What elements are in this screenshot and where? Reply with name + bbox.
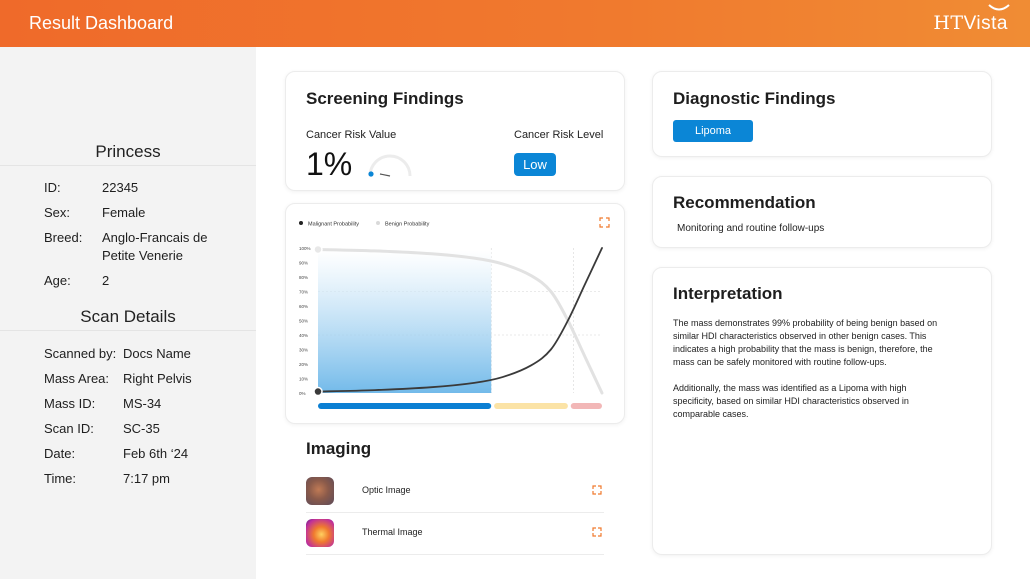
diagnostic-findings-card [652,71,992,157]
y-tick-label: 0% [299,391,306,396]
diagnostic-findings-title: Diagnostic Findings [673,89,836,108]
hivista-logo[interactable]: HTVista [933,4,1010,35]
mass-id-value: MS-34 [123,396,162,411]
breed-value: Anglo-Francais de [102,230,208,245]
risk-level-badge: Low [514,153,556,176]
thermal-image-thumbnail[interactable] [306,519,334,547]
legend-malignant-dot [299,221,303,225]
interpretation-line: Additionally, the mass was identified as… [673,383,907,393]
sex-value: Female [102,205,146,220]
breed-value-line2: Petite Venerie [102,248,183,263]
interpretation-line: specificity, based on similar HDI charac… [673,396,909,406]
interpretation-title: Interpretation [673,284,783,303]
date-label: Date: [44,446,76,461]
recommendation-text: Monitoring and routine follow-ups [677,223,825,234]
scan-details-heading: Scan Details [80,307,176,326]
scanned-by-label: Scanned by: [44,346,117,361]
interpretation-line: comparable cases. [673,409,749,419]
logo-vista: Vista [963,13,1008,34]
divider [0,330,256,331]
benign-marker [313,244,323,255]
imaging-title: Imaging [306,439,372,458]
cancer-risk-value-label: Cancer Risk Value [306,129,397,141]
time-label: Time: [44,471,77,486]
breed-label: Breed: [44,230,83,245]
mass-area-label: Mass Area: [44,371,110,386]
interpretation-line: The mass demonstrates 99% probability of… [673,318,938,328]
legend-benign-label: Benign Probability [385,222,430,228]
scan-id-value: SC-35 [123,421,160,436]
patient-name: Princess [95,142,161,161]
id-label: ID: [44,180,61,195]
y-tick-label: 30% [299,348,308,353]
date-value: Feb 6th ‘24 [123,446,189,461]
y-tick-label: 50% [299,319,308,324]
interpretation-line: similar HDI characteristics observed in … [673,331,927,341]
diagnosis-tag: Lipoma [673,120,753,142]
y-tick-label: 60% [299,304,308,309]
expand-icon[interactable] [592,527,602,537]
imaging-row-thermal[interactable]: Thermal Image [306,513,604,555]
risk-gauge-icon [368,154,412,177]
logo-ht: HT [933,12,964,34]
y-tick-label: 100% [299,246,311,251]
cancer-risk-value: 1% [306,146,353,182]
age-label: Age: [44,273,71,288]
legend-malignant-label: Malignant Probability [308,222,359,228]
id-value: 22345 [102,180,139,195]
recommendation-title: Recommendation [673,193,816,212]
y-tick-label: 10% [299,377,308,382]
y-tick-label: 80% [299,275,308,280]
y-tick-label: 70% [299,290,308,295]
thermal-image-label: Thermal Image [362,527,423,537]
imaging-row-optic[interactable]: Optic Image [306,471,604,513]
optic-image-label: Optic Image [362,485,411,495]
expand-icon[interactable] [592,485,602,495]
app-header: Result Dashboard HTVista [0,0,1030,47]
sex-label: Sex: [44,205,71,220]
time-value: 7:17 pm [123,471,170,486]
probability-zone [570,403,602,409]
interpretation-line: mass can be safely monitored with routin… [673,357,887,367]
mass-id-label: Mass ID: [44,396,96,411]
age-value: 2 [102,273,110,288]
screening-findings-title: Screening Findings [306,89,464,108]
malignant-marker [313,386,323,397]
optic-image-thumbnail[interactable] [306,477,334,505]
probability-chart: 100% 90% 80% 70% 60% 50% 40% 30% 20% 10% 0% Malign… [299,217,610,409]
scanned-by-value: Docs Name [123,346,191,361]
y-tick-label: 20% [299,362,308,367]
y-tick-label: 40% [299,333,308,338]
logo-smile-icon [988,4,1010,11]
interpretation-line: indicates a high probability that the ma… [673,344,933,354]
y-tick-label: 90% [299,261,308,266]
legend-benign-dot [376,221,380,225]
page-title: Result Dashboard [29,13,174,33]
probability-highlight-region [318,250,492,393]
divider [0,165,256,166]
probability-zone [494,403,568,409]
cancer-risk-level-label: Cancer Risk Level [514,129,604,141]
probability-zone [318,403,492,409]
mass-area-value: Right Pelvis [123,371,192,386]
scan-id-label: Scan ID: [44,421,94,436]
chart-expand-icon[interactable] [599,217,610,228]
